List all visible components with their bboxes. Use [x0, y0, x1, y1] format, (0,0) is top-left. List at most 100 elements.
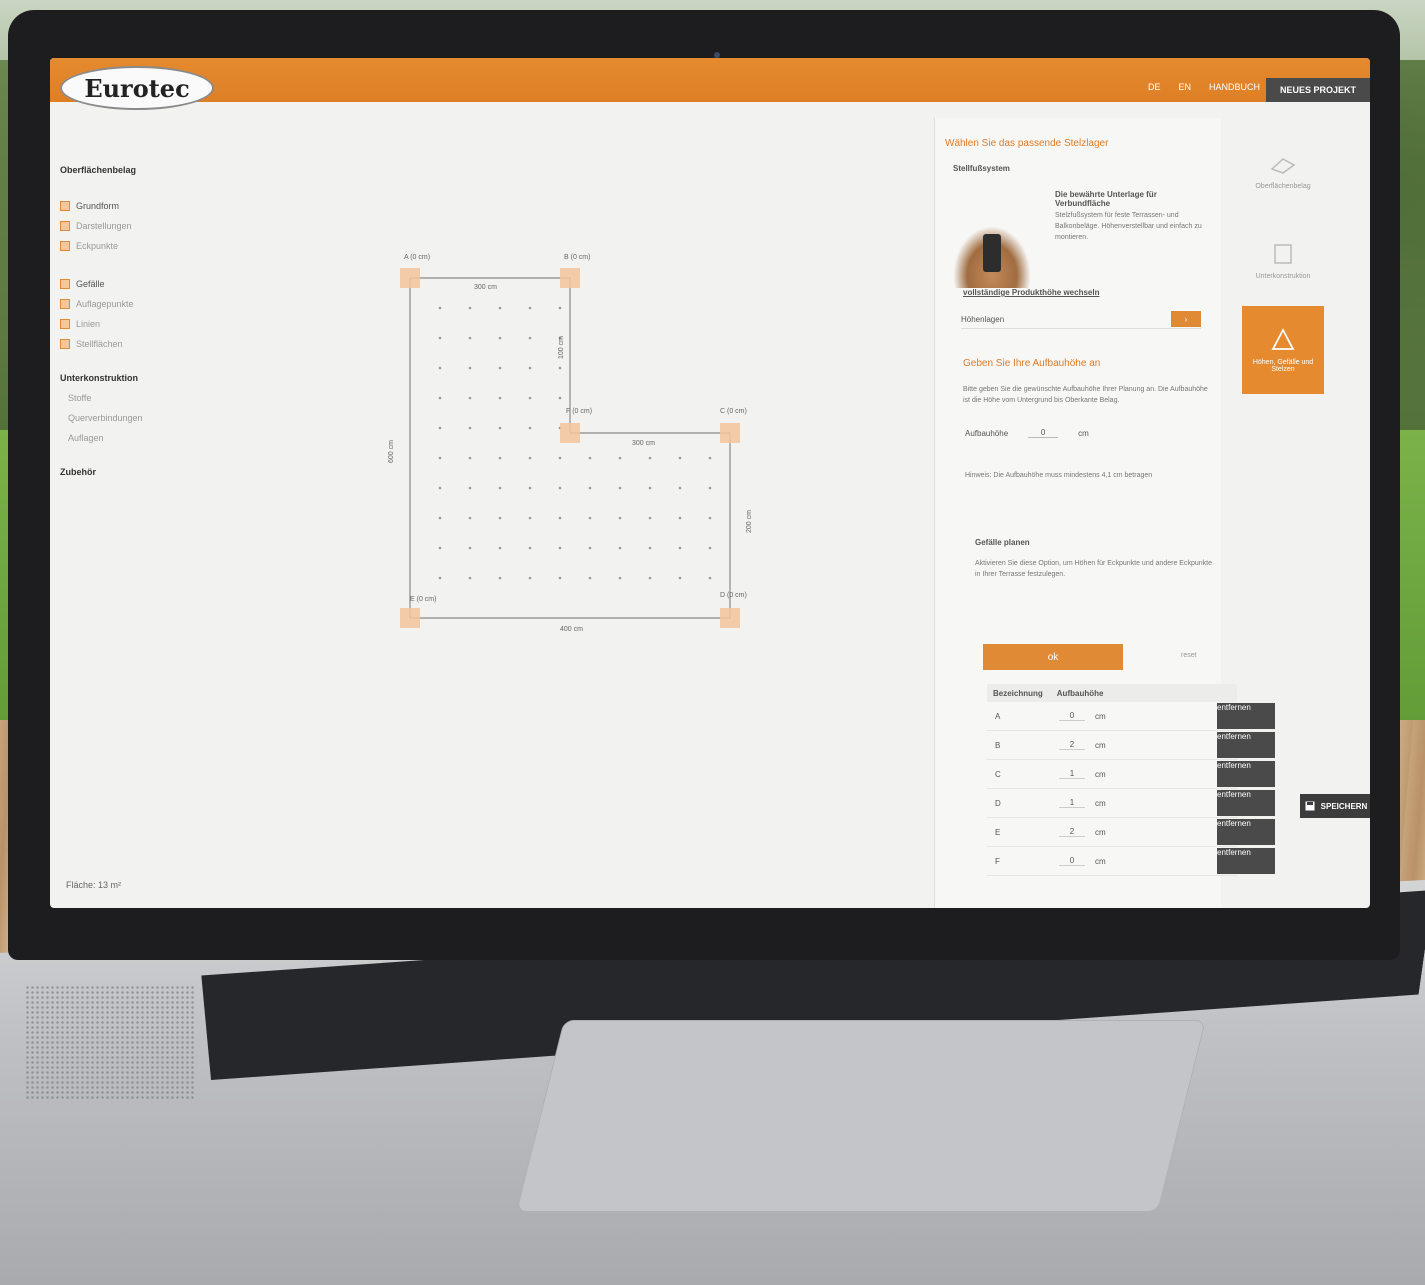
- lang-en-link[interactable]: EN: [1178, 82, 1191, 92]
- plan-gefaelle-button[interactable]: ok: [983, 644, 1123, 670]
- save-button[interactable]: SPEICHERN: [1300, 794, 1370, 818]
- grid-point: [438, 486, 442, 490]
- corner-label-e: E (0 cm): [410, 596, 437, 603]
- tab-4[interactable]: [1242, 396, 1324, 484]
- grid-point: [618, 456, 622, 460]
- right-panel: Wählen Sie das passende Stelzlager Stell…: [934, 118, 1275, 908]
- product-select[interactable]: Höhenlagen ›: [961, 310, 1201, 329]
- grid-point: [588, 546, 592, 550]
- tab-6[interactable]: [1242, 576, 1324, 664]
- grid-point: [558, 546, 562, 550]
- height-unit: cm: [1078, 428, 1089, 438]
- nav-item-stellflaechen[interactable]: Stellflächen: [60, 334, 230, 354]
- grid-point: [648, 456, 652, 460]
- table-row: B 2 cm entfernen: [987, 731, 1275, 760]
- nav-item-querverbindungen[interactable]: Querverbindungen: [60, 408, 230, 428]
- speaker-grille: [25, 985, 195, 1100]
- checkbox-icon: [60, 299, 70, 309]
- grid-point: [498, 366, 502, 370]
- tab-unterkonstruktion[interactable]: Unterkonstruktion: [1242, 216, 1324, 304]
- remove-button[interactable]: entfernen: [1217, 732, 1275, 758]
- tab-5[interactable]: [1242, 486, 1324, 574]
- nav-heading-zubehoer[interactable]: Zubehör: [60, 462, 230, 482]
- surface-icon: [1270, 157, 1296, 174]
- row-unit: cm: [1095, 798, 1106, 808]
- remove-button[interactable]: entfernen: [1217, 761, 1275, 787]
- row-unit: cm: [1095, 856, 1106, 866]
- grid-point: [678, 516, 682, 520]
- grid-point: [708, 456, 712, 460]
- manual-link[interactable]: HANDBUCH: [1209, 82, 1260, 92]
- row-unit: cm: [1095, 769, 1106, 779]
- nav-item-stoffe[interactable]: Stoffe: [60, 388, 230, 408]
- dimension-middle: 300 cm: [632, 440, 655, 447]
- row-height-input[interactable]: 1: [1059, 769, 1085, 779]
- product-heading: Die bewährte Unterlage für Verbundfläche: [1055, 190, 1157, 208]
- grid-point: [648, 486, 652, 490]
- row-unit: cm: [1095, 827, 1106, 837]
- tab-oberflaechenbelag[interactable]: Oberflächenbelag: [1242, 126, 1324, 214]
- nav-item-auflagepunkte[interactable]: Auflagepunkte: [60, 294, 230, 314]
- nav-item-darstellungen[interactable]: Darstellungen: [60, 216, 230, 236]
- remove-button[interactable]: entfernen: [1217, 703, 1275, 729]
- grid-point: [678, 486, 682, 490]
- reset-button[interactable]: reset: [1181, 652, 1197, 659]
- grid-point: [558, 366, 562, 370]
- nav-item-gefaelle[interactable]: Gefälle: [60, 274, 230, 294]
- table-row: F 0 cm entfernen: [987, 847, 1275, 876]
- nav-item-auflagen[interactable]: Auflagen: [60, 428, 230, 448]
- panel-title: Wählen Sie das passende Stelzlager: [945, 138, 1109, 149]
- grid-point: [468, 456, 472, 460]
- grid-point: [528, 546, 532, 550]
- nav-item-eckpunkte[interactable]: Eckpunkte: [60, 236, 230, 256]
- row-name: D: [995, 798, 1001, 808]
- grid-point: [498, 426, 502, 430]
- remove-button[interactable]: entfernen: [1217, 819, 1275, 845]
- grid-point: [648, 516, 652, 520]
- col-height: Aufbauhöhe: [1056, 688, 1104, 698]
- product-text: Stelzfußsystem für feste Terrassen- und …: [1055, 212, 1202, 241]
- nav-item-linien[interactable]: Linien: [60, 314, 230, 334]
- nav-heading-unterkonstruktion[interactable]: Unterkonstruktion: [60, 368, 230, 388]
- grid-point: [498, 546, 502, 550]
- dimension-right: 200 cm: [745, 510, 753, 533]
- row-height-input[interactable]: 1: [1059, 798, 1085, 808]
- grid-point: [498, 396, 502, 400]
- grid-point: [618, 576, 622, 580]
- corner-label-a: A (0 cm): [404, 254, 431, 261]
- grid-point: [528, 516, 532, 520]
- remove-button[interactable]: entfernen: [1217, 790, 1275, 816]
- tab-hoehen-gefaelle[interactable]: Höhen, Gefälle und Stelzen: [1242, 306, 1324, 394]
- frame-icon: [1274, 243, 1292, 264]
- grid-point: [558, 486, 562, 490]
- grid-point: [588, 576, 592, 580]
- grid-point: [498, 516, 502, 520]
- row-height-input[interactable]: 0: [1059, 711, 1085, 721]
- row-height-input[interactable]: 2: [1059, 740, 1085, 750]
- dimension-top: 300 cm: [474, 284, 497, 291]
- grid-point: [438, 516, 442, 520]
- nav-item-grundform[interactable]: Grundform: [60, 196, 230, 216]
- height-label: Aufbauhöhe: [965, 428, 1009, 438]
- grid-point: [528, 426, 532, 430]
- row-height-input[interactable]: 2: [1059, 827, 1085, 837]
- grid-point: [498, 576, 502, 580]
- terrace-drawing[interactable]: A (0 cm) B (0 cm) C (0 cm) D (0 cm) E (0…: [380, 248, 780, 658]
- brand-logo[interactable]: Eurotec: [60, 66, 214, 110]
- grid-point: [558, 306, 562, 310]
- grid-point: [528, 576, 532, 580]
- nav-heading-surface[interactable]: Oberflächenbelag: [60, 160, 230, 180]
- lang-de-link[interactable]: DE: [1148, 82, 1161, 92]
- remove-button[interactable]: entfernen: [1217, 848, 1275, 874]
- new-project-button[interactable]: NEUES PROJEKT: [1266, 78, 1370, 102]
- product-link[interactable]: vollständige Produkthöhe wechseln: [963, 288, 1099, 297]
- grid-point: [468, 486, 472, 490]
- grid-point: [618, 516, 622, 520]
- grid-point: [468, 576, 472, 580]
- row-unit: cm: [1095, 740, 1106, 750]
- grid-point: [528, 486, 532, 490]
- row-height-input[interactable]: 0: [1059, 856, 1085, 866]
- chevron-right-icon[interactable]: ›: [1171, 311, 1201, 327]
- laptop-bezel: DE EN HANDBUCH NEUES PROJEKT Eurotec Obe…: [8, 10, 1400, 960]
- height-input[interactable]: 0: [1028, 428, 1059, 438]
